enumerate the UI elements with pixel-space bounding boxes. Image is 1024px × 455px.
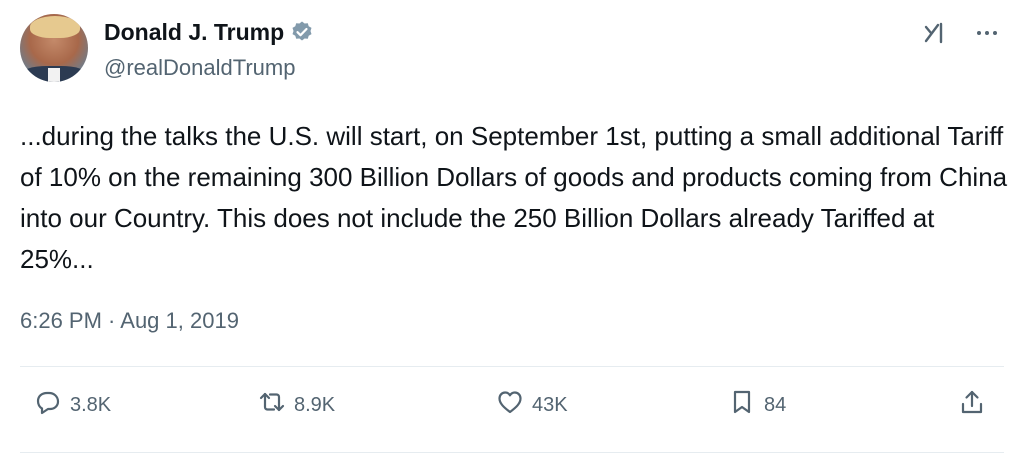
reply-count: 3.8K	[70, 393, 112, 416]
reply-button[interactable]: 3.8K	[34, 388, 111, 422]
avatar[interactable]	[20, 14, 88, 82]
divider-bottom	[20, 452, 1004, 453]
like-count: 43K	[532, 393, 568, 416]
share-icon	[958, 388, 986, 422]
like-button[interactable]: 43K	[496, 388, 568, 422]
more-icon[interactable]	[974, 20, 1000, 51]
repost-count: 8.9K	[294, 393, 336, 416]
top-actions	[922, 20, 1000, 51]
grok-icon[interactable]	[922, 20, 948, 51]
bookmark-icon	[728, 388, 756, 422]
tweet-timestamp[interactable]: 6:26 PM · Aug 1, 2019	[20, 306, 239, 336]
author-name[interactable]: Donald J. Trump	[104, 18, 284, 46]
heart-icon	[496, 388, 524, 422]
avatar-shirt	[48, 68, 60, 82]
action-bar: 3.8K 8.9K 43K 84	[20, 388, 1004, 432]
author-handle[interactable]: @realDonaldTrump	[104, 54, 295, 82]
repost-button[interactable]: 8.9K	[258, 388, 335, 422]
reply-icon	[34, 388, 62, 422]
verified-badge-icon[interactable]	[290, 20, 314, 44]
bookmark-button[interactable]: 84	[728, 388, 786, 422]
author-name-row: Donald J. Trump	[104, 18, 314, 46]
repost-icon	[258, 388, 286, 422]
tweet-card: Donald J. Trump @realDonaldTrump ...duri	[0, 0, 1024, 455]
divider-top	[20, 366, 1004, 367]
tweet-text: ...during the talks the U.S. will start,…	[20, 121, 1008, 274]
avatar-hair	[30, 16, 80, 38]
share-button[interactable]	[958, 388, 986, 422]
bookmark-count: 84	[764, 393, 787, 416]
